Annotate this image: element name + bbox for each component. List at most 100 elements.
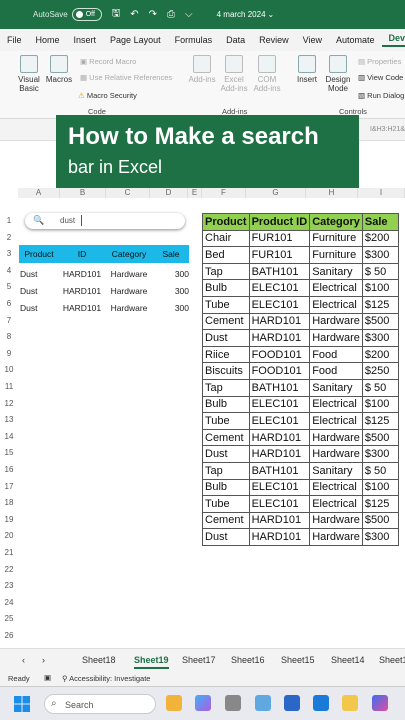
table-header-cell[interactable]: Product [202, 213, 250, 231]
copilot-icon[interactable] [195, 695, 211, 711]
table-cell[interactable]: FOOD101 [248, 345, 311, 364]
table-cell[interactable]: Electrical [309, 478, 363, 497]
next-sheet-icon[interactable]: › [42, 655, 45, 665]
table-cell[interactable]: Sanitary [309, 262, 363, 281]
sheet-tab-sheet15[interactable]: Sheet15 [281, 655, 315, 665]
autosave-toggle[interactable]: Off [71, 8, 102, 21]
table-cell[interactable]: HARD101 [248, 445, 311, 463]
table-cell[interactable]: $500 [361, 312, 399, 331]
table-cell[interactable]: $200 [361, 345, 399, 364]
row-header[interactable]: 9 [0, 349, 18, 358]
table-cell[interactable]: $300 [361, 528, 399, 546]
table-cell[interactable]: Tube [202, 412, 250, 430]
table-cell[interactable]: Cement [202, 511, 250, 530]
row-header[interactable]: 2 [0, 233, 18, 242]
table-cell[interactable]: Electrical [309, 412, 363, 430]
table-header-cell[interactable]: Product ID [248, 213, 311, 231]
accessibility-status[interactable]: ⚲ Accessibility: Investigate [62, 674, 150, 683]
row-header[interactable]: 13 [0, 415, 18, 424]
column-header-c[interactable]: C [106, 188, 150, 198]
table-cell[interactable]: Sanitary [309, 461, 363, 480]
table-cell[interactable]: Electrical [309, 395, 363, 414]
tab-formulas[interactable]: Formulas [168, 35, 220, 45]
table-cell[interactable]: $100 [361, 279, 399, 297]
table-cell[interactable]: BATH101 [248, 262, 311, 281]
save-icon[interactable]: 🖫 [112, 6, 121, 23]
file-explorer-icon[interactable] [342, 695, 358, 711]
table-cell[interactable]: Food [309, 362, 363, 380]
undo-icon[interactable]: ↶ [130, 9, 138, 20]
row-header[interactable]: 23 [0, 581, 18, 590]
results-row[interactable]: Dust HARD101 Hardware 300 [19, 300, 189, 316]
tab-data[interactable]: Data [219, 35, 252, 45]
table-cell[interactable]: Dust [202, 329, 250, 347]
row-header[interactable]: 5 [0, 282, 18, 291]
row-header[interactable]: 7 [0, 316, 18, 325]
tab-file[interactable]: File [0, 35, 29, 45]
table-cell[interactable]: Furniture [309, 229, 363, 248]
table-cell[interactable]: Hardware [309, 329, 363, 347]
table-cell[interactable]: FOOD101 [248, 362, 311, 380]
row-header[interactable]: 20 [0, 531, 18, 540]
row-header[interactable]: 6 [0, 299, 18, 308]
macros-button[interactable]: Macros [44, 55, 74, 84]
row-header[interactable]: 11 [0, 382, 18, 391]
search-bar[interactable]: 🔍 dust [25, 213, 185, 229]
table-cell[interactable]: Dust [202, 445, 250, 463]
row-header[interactable]: 19 [0, 515, 18, 524]
table-cell[interactable]: Electrical [309, 295, 363, 314]
sheet-tab-sheet16[interactable]: Sheet16 [231, 655, 265, 665]
table-cell[interactable]: ELEC101 [248, 295, 311, 314]
table-cell[interactable]: BATH101 [248, 378, 311, 397]
tab-dev[interactable]: Dev [381, 33, 405, 47]
table-cell[interactable]: $125 [361, 295, 399, 314]
column-header-h[interactable]: H [306, 188, 358, 198]
customize-icon[interactable]: ⌵ [185, 9, 193, 20]
column-header-i[interactable]: I [358, 188, 405, 198]
table-cell[interactable]: ELEC101 [248, 412, 311, 430]
macro-security-button[interactable]: ⚠ Macro Security [78, 91, 137, 100]
column-header-a[interactable]: A [18, 188, 60, 198]
tab-view[interactable]: View [296, 35, 329, 45]
document-title[interactable]: 4 march 2024 ⌄ [215, 10, 275, 19]
column-header-g[interactable]: G [246, 188, 306, 198]
row-header[interactable]: 1 [0, 216, 18, 225]
sheet-tab-sheet17[interactable]: Sheet17 [182, 655, 216, 665]
results-row[interactable]: Dust HARD101 Hardware 300 [19, 283, 189, 299]
table-cell[interactable]: FUR101 [248, 246, 311, 264]
row-header[interactable]: 16 [0, 465, 18, 474]
table-cell[interactable]: $ 50 [361, 461, 399, 480]
table-cell[interactable]: $500 [361, 511, 399, 530]
table-cell[interactable]: Biscuits [202, 362, 250, 380]
table-cell[interactable]: Cement [202, 312, 250, 331]
tab-automate[interactable]: Automate [329, 35, 382, 45]
product-table[interactable]: Product Product ID Category Sale Chair FUR101… [202, 213, 399, 546]
run-dialog-button[interactable]: ▧ Run Dialog [358, 91, 404, 100]
prev-sheet-icon[interactable]: ‹ [22, 655, 25, 665]
sheet-tab-sheet1[interactable]: Sheet1 [379, 655, 405, 665]
camera-icon[interactable]: ⎙ [167, 9, 175, 20]
table-cell[interactable]: Riice [202, 345, 250, 364]
row-header[interactable]: 17 [0, 482, 18, 491]
row-header[interactable]: 12 [0, 399, 18, 408]
table-cell[interactable]: $250 [361, 362, 399, 380]
table-cell[interactable]: BATH101 [248, 461, 311, 480]
table-cell[interactable]: Bed [202, 246, 250, 264]
record-macro-button[interactable]: ▣ Record Macro [80, 57, 136, 66]
row-header[interactable]: 24 [0, 598, 18, 607]
row-header[interactable]: 25 [0, 614, 18, 623]
taskbar-search[interactable]: ⌕ Search [44, 694, 156, 714]
table-cell[interactable]: HARD101 [248, 511, 311, 530]
com-add-ins-button[interactable]: COM Add-ins [252, 55, 282, 93]
sheet-tab-sheet19[interactable]: Sheet19 [134, 655, 169, 669]
view-code-button[interactable]: ▥ View Code [358, 73, 403, 82]
table-cell[interactable]: Tube [202, 495, 250, 513]
table-cell[interactable]: ELEC101 [248, 279, 311, 297]
table-cell[interactable]: HARD101 [248, 528, 311, 546]
add-ins-button[interactable]: Add-ins [187, 55, 217, 84]
table-cell[interactable]: FUR101 [248, 229, 311, 248]
table-cell[interactable]: HARD101 [248, 428, 311, 447]
table-cell[interactable]: Hardware [309, 528, 363, 546]
tab-insert[interactable]: Insert [67, 35, 104, 45]
column-header-b[interactable]: B [60, 188, 106, 198]
